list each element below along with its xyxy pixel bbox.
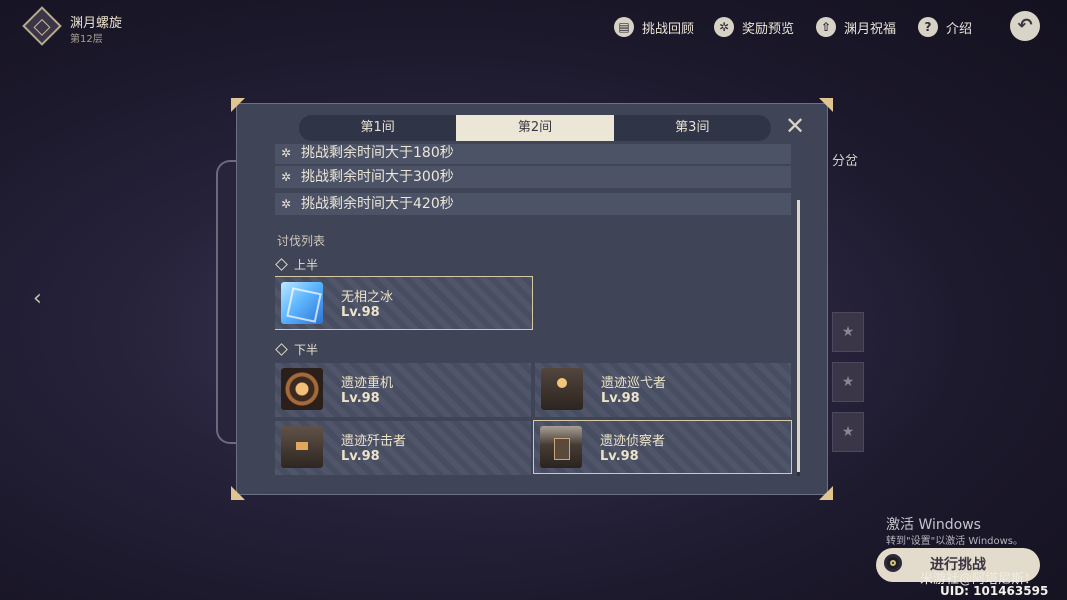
scrollbar-thumb[interactable] <box>797 200 800 472</box>
star-condition: ✲ 挑战剩余时间大于420秒 <box>275 193 791 215</box>
star-icon: ✲ <box>281 197 292 211</box>
ruin-destroyer-portrait <box>281 426 323 468</box>
corner-ornament <box>819 98 833 112</box>
nav-label: 介绍 <box>946 21 973 37</box>
uid-label: UID: 101463595 <box>940 584 1049 598</box>
close-button[interactable]: ✕ <box>784 112 806 140</box>
return-arrow-icon: ↶ <box>1017 15 1033 36</box>
up-arrow-circle-icon: ⇧ <box>816 17 836 37</box>
floor-title: 渊月螺旋 <box>70 16 123 31</box>
ruin-grader-portrait <box>281 368 323 410</box>
star-icon: ✲ <box>281 170 292 184</box>
modal-scroll-content[interactable]: ✲ 挑战剩余时间大于180秒 ✲ 挑战剩余时间大于300秒 ✲ 挑战剩余时间大于420… <box>275 144 803 484</box>
enemy-list-title: 讨伐列表 <box>277 234 326 248</box>
enemy-card[interactable]: 无相之冰 Lv.98 <box>275 276 533 330</box>
chamber-detail-modal: 第1间 第2间 第3间 ✕ ✲ 挑战剩余时间大于180秒 ✲ 挑战剩余时间大于300… <box>231 98 828 495</box>
top-bar: 渊月螺旋 第12层 ▤ 挑战回顾 ✲ 奖励预览 ⇧ 渊月祝福 ? 介绍 ↶ <box>0 0 1067 52</box>
nav-reward-preview[interactable]: ✲ 奖励预览 <box>714 16 794 38</box>
ring-icon <box>884 554 902 572</box>
abyss-floor-icon <box>22 6 62 46</box>
background-partial-text: 分岔 <box>832 154 859 169</box>
windows-watermark-sub: 转到"设置"以激活 Windows。 <box>886 536 1024 547</box>
nav-introduction[interactable]: ? 介绍 <box>918 16 972 38</box>
background-star-button: ★ <box>832 312 864 352</box>
tab-chamber-3[interactable]: 第3间 <box>614 115 771 141</box>
ruin-scout-portrait <box>540 426 582 468</box>
nav-label: 渊月祝福 <box>844 21 897 37</box>
question-icon: ? <box>918 17 938 37</box>
nav-blessing[interactable]: ⇧ 渊月祝福 <box>816 16 896 38</box>
enemy-level: Lv.98 <box>341 305 380 320</box>
nav-challenge-review[interactable]: ▤ 挑战回顾 <box>614 16 694 38</box>
book-icon: ▤ <box>614 17 634 37</box>
tab-chamber-1[interactable]: 第1间 <box>299 115 456 141</box>
enemy-level: Lv.98 <box>601 391 640 406</box>
star-condition: ✲ 挑战剩余时间大于180秒 <box>275 144 791 164</box>
ice-cube-portrait <box>281 282 323 324</box>
enemy-level: Lv.98 <box>341 449 380 464</box>
enemy-name: 遗迹重机 <box>341 376 394 391</box>
enemy-level: Lv.98 <box>341 391 380 406</box>
enemy-card[interactable]: 遗迹重机 Lv.98 <box>275 363 531 417</box>
enemy-card[interactable]: 遗迹侦察者 Lv.98 <box>533 420 792 474</box>
ruin-cruiser-portrait <box>541 368 583 410</box>
star-icon: ✲ <box>281 146 292 160</box>
enemy-card[interactable]: 遗迹歼击者 Lv.98 <box>275 421 531 475</box>
diamond-icon <box>275 343 288 356</box>
chamber-tabs: 第1间 第2间 第3间 <box>299 115 771 141</box>
lower-half-label: 下半 <box>275 341 318 358</box>
enemy-level: Lv.98 <box>600 449 639 464</box>
floor-subtitle: 第12层 <box>70 34 103 45</box>
enemy-name: 遗迹巡弋者 <box>601 376 667 391</box>
close-icon: ✕ <box>784 112 806 140</box>
enemy-card[interactable]: 遗迹巡弋者 Lv.98 <box>535 363 791 417</box>
corner-ornament <box>231 98 245 112</box>
upper-half-label: 上半 <box>275 256 318 273</box>
star-condition: ✲ 挑战剩余时间大于300秒 <box>275 166 791 188</box>
background-star-button: ★ <box>832 412 864 452</box>
gear-star-icon: ✲ <box>714 17 734 37</box>
enemy-name: 遗迹侦察者 <box>600 434 666 449</box>
tab-chamber-2[interactable]: 第2间 <box>456 115 614 141</box>
background-star-button: ★ <box>832 362 864 402</box>
nav-label: 挑战回顾 <box>642 21 695 37</box>
enemy-name: 遗迹歼击者 <box>341 434 407 449</box>
nav-label: 奖励预览 <box>742 21 795 37</box>
enemy-name: 无相之冰 <box>341 290 394 305</box>
previous-arrow-icon[interactable]: ‹ <box>33 288 49 310</box>
windows-watermark-title: 激活 Windows <box>886 517 981 533</box>
back-button[interactable]: ↶ <box>1010 11 1040 41</box>
diamond-icon <box>275 258 288 271</box>
